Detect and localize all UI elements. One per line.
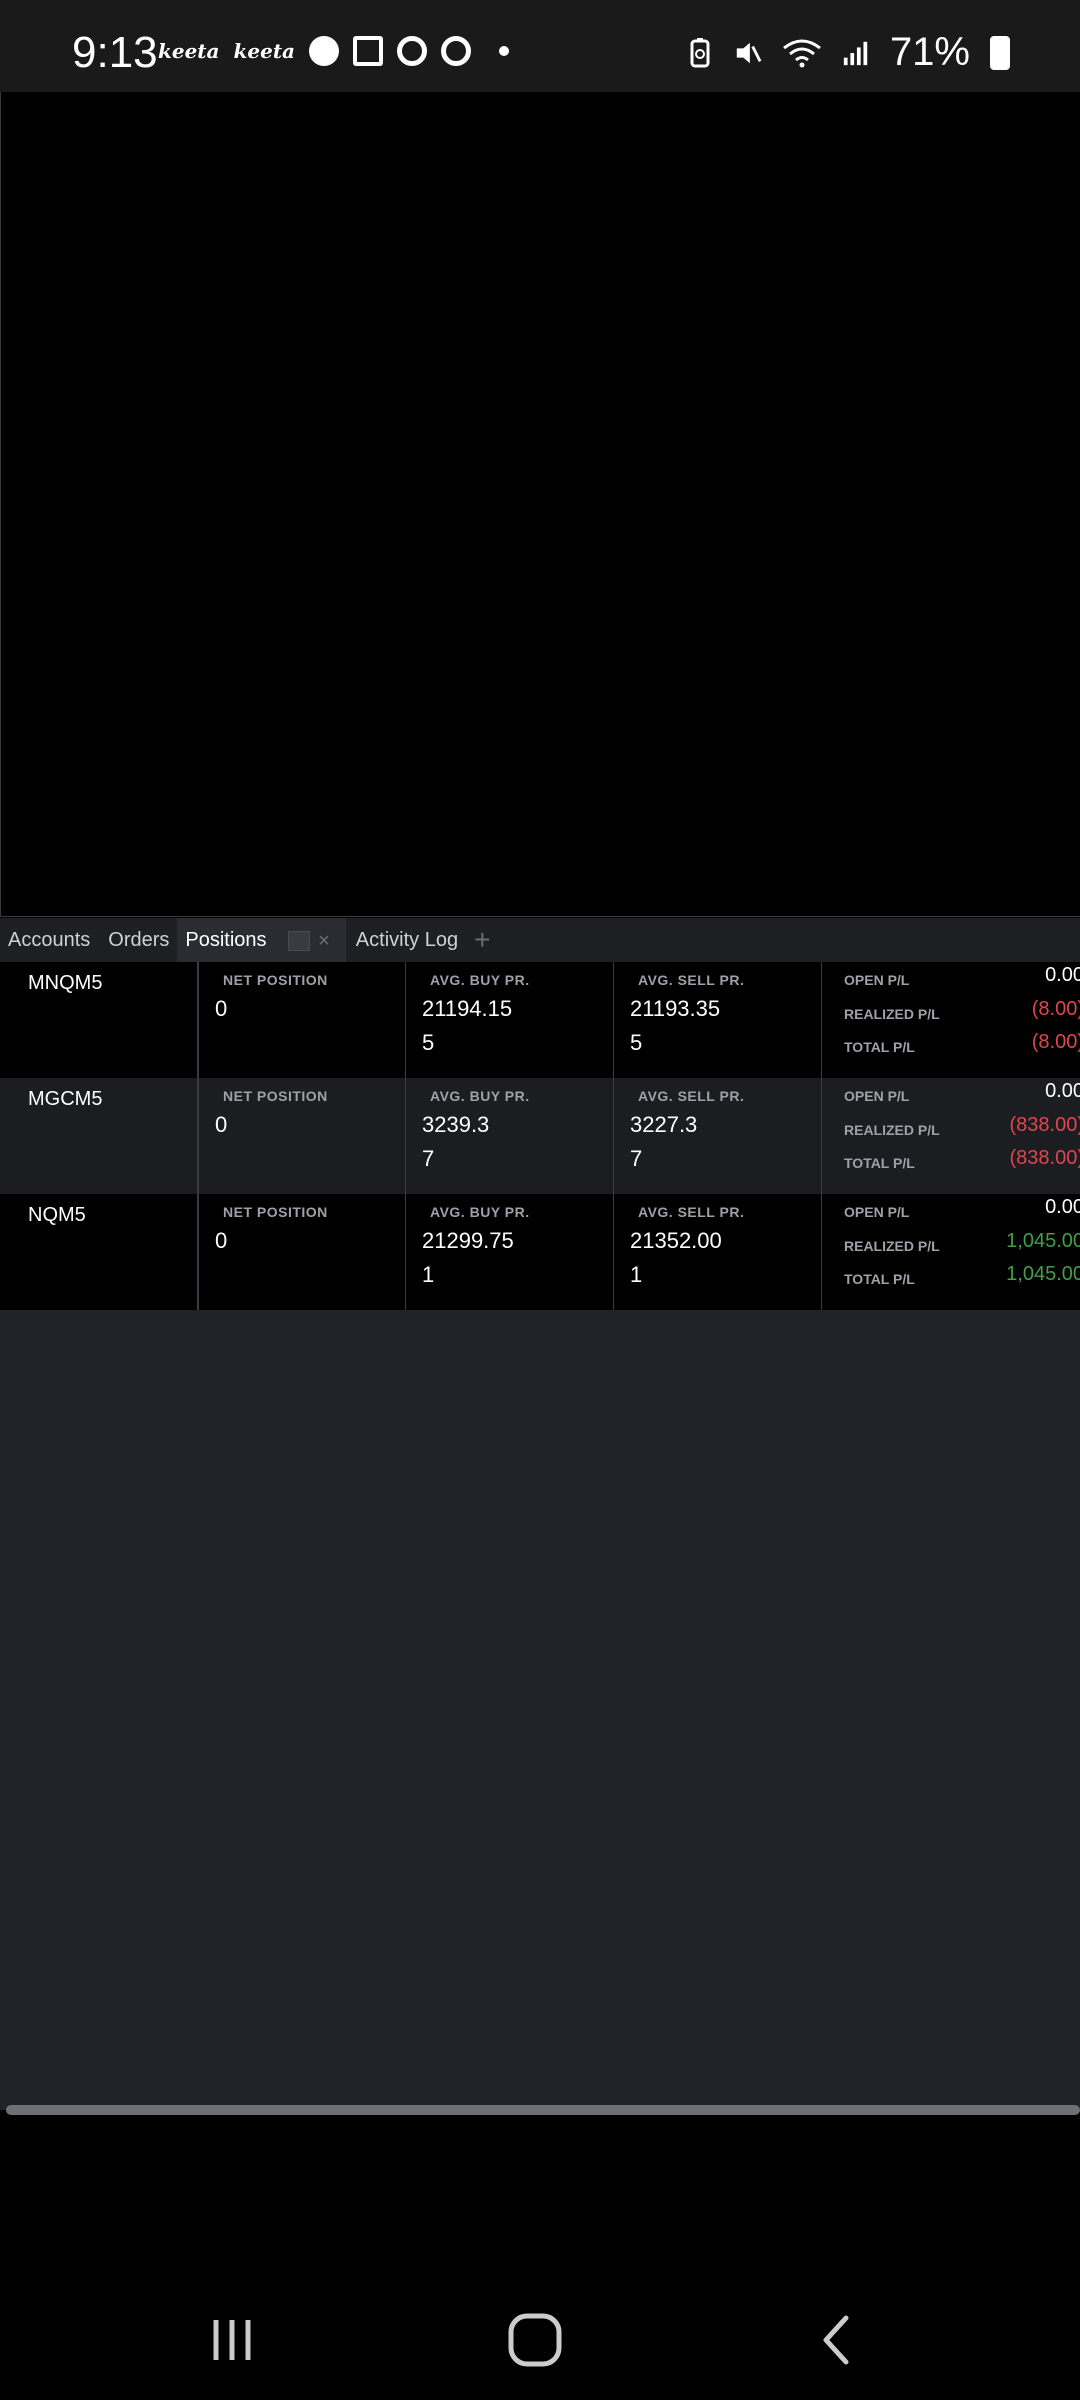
total-pl-value: (8.00) — [1031, 1031, 1080, 1053]
buy-qty: 5 — [422, 1030, 435, 1055]
total-pl-label: TOTAL P/L — [844, 1271, 915, 1287]
realized-pl-label: REALIZED P/L — [844, 1122, 940, 1138]
table-row[interactable]: MGCM5 NET POSITION 0 AVG. BUY PR. 3239.3… — [0, 1078, 1080, 1194]
sell-qty: 7 — [630, 1146, 643, 1171]
open-pl-label: OPEN P/L — [844, 972, 910, 988]
status-bar: 9:13 keeta keeta 71% — [0, 0, 1080, 92]
chrome-icon — [397, 36, 428, 66]
net-position-cell: NET POSITION 0 — [197, 1078, 405, 1194]
avg-sell-label: AVG. SELL PR. — [638, 1204, 745, 1220]
status-time: 9:13 — [72, 28, 158, 77]
avg-buy-cell: AVG. BUY PR. 21194.15 5 — [405, 962, 613, 1078]
total-pl-label: TOTAL P/L — [844, 1155, 915, 1171]
add-tab-button[interactable]: + — [466, 924, 498, 956]
position-symbol: NQM5 — [28, 1204, 86, 1226]
open-pl-label: OPEN P/L — [844, 1204, 910, 1220]
table-row[interactable]: NQM5 NET POSITION 0 AVG. BUY PR. 21299.7… — [0, 1194, 1080, 1310]
avg-buy-price: 21299.75 — [422, 1228, 514, 1253]
recent-apps-icon — [213, 2320, 251, 2360]
positions-panel-empty-area — [0, 1310, 1080, 2110]
net-position-value: 0 — [215, 996, 228, 1021]
avg-sell-label: AVG. SELL PR. — [638, 972, 745, 988]
table-row[interactable]: MNQM5 NET POSITION 0 AVG. BUY PR. 21194.… — [0, 962, 1080, 1078]
positions-table: MNQM5 NET POSITION 0 AVG. BUY PR. 21194.… — [0, 962, 1080, 1310]
mute-icon — [734, 38, 762, 68]
net-position-value: 0 — [215, 1228, 228, 1253]
keeta-app-label: keeta — [233, 39, 296, 63]
avg-sell-cell: AVG. SELL PR. 21352.00 1 — [613, 1194, 821, 1310]
tab-accounts[interactable]: Accounts — [0, 918, 98, 962]
tab-positions-label: Positions — [185, 929, 267, 951]
tab-activity-log[interactable]: Activity Log — [346, 918, 466, 962]
pl-cell: OPEN P/L 0.00 REALIZED P/L (8.00) TOTAL … — [821, 962, 1080, 1078]
signal-icon — [842, 38, 870, 68]
chrome-icon — [441, 36, 472, 66]
net-position-label: NET POSITION — [223, 1204, 328, 1220]
buy-qty: 1 — [422, 1262, 435, 1287]
battery-saver-icon — [686, 37, 714, 68]
net-position-cell: NET POSITION 0 — [197, 1194, 405, 1310]
tab-orders[interactable]: Orders — [98, 918, 177, 962]
status-left-icons: keeta keeta — [158, 36, 510, 66]
total-pl-label: TOTAL P/L — [844, 1039, 915, 1055]
close-icon[interactable]: × — [318, 919, 330, 963]
recent-apps-button[interactable] — [192, 2300, 272, 2380]
back-button[interactable] — [798, 2300, 878, 2380]
avg-buy-cell: AVG. BUY PR. 3239.3 7 — [405, 1078, 613, 1194]
battery-percent: 71% — [889, 30, 970, 74]
status-right-icons: 71% — [686, 30, 1010, 75]
net-position-label: NET POSITION — [223, 1088, 328, 1104]
keeta-app-label: keeta — [158, 39, 220, 63]
open-pl-label: OPEN P/L — [844, 1088, 910, 1104]
avg-sell-price: 21193.35 — [630, 996, 721, 1021]
avg-sell-cell: AVG. SELL PR. 21193.35 5 — [613, 962, 821, 1078]
position-symbol: MNQM5 — [28, 972, 103, 994]
back-icon — [823, 2315, 849, 2365]
avg-buy-label: AVG. BUY PR. — [430, 1088, 530, 1104]
open-pl-value: 0.00 — [1045, 1196, 1080, 1218]
realized-pl-value: (8.00) — [1031, 998, 1080, 1020]
avg-sell-cell: AVG. SELL PR. 3227.3 7 — [613, 1078, 821, 1194]
bottom-panel-tabbar: Accounts Orders Positions × Activity Log… — [0, 918, 1080, 963]
avg-sell-label: AVG. SELL PR. — [638, 1088, 745, 1104]
wifi-icon — [782, 38, 822, 68]
pl-cell: OPEN P/L 0.00 REALIZED P/L (838.00) TOTA… — [821, 1078, 1080, 1194]
home-button[interactable] — [495, 2300, 575, 2380]
avg-buy-price: 21194.15 — [422, 996, 513, 1021]
net-position-label: NET POSITION — [223, 972, 328, 988]
avg-buy-cell: AVG. BUY PR. 21299.75 1 — [405, 1194, 613, 1310]
total-pl-value: 1,045.00 — [1006, 1263, 1080, 1285]
list-view-icon[interactable] — [288, 930, 311, 951]
net-position-cell: NET POSITION 0 — [197, 962, 405, 1078]
net-position-value: 0 — [215, 1112, 228, 1137]
avg-sell-price: 3227.3 — [630, 1112, 698, 1137]
account-circle-icon — [309, 36, 340, 66]
realized-pl-label: REALIZED P/L — [844, 1238, 940, 1254]
position-symbol: MGCM5 — [28, 1088, 103, 1110]
realized-pl-label: REALIZED P/L — [844, 1006, 940, 1022]
horizontal-scrollbar[interactable] — [6, 2105, 1080, 2115]
total-pl-value: (838.00) — [1009, 1147, 1080, 1169]
battery-icon — [990, 35, 1010, 70]
tab-positions-tools: × — [288, 919, 330, 963]
home-icon — [508, 2313, 562, 2367]
pl-cell: OPEN P/L 0.00 REALIZED P/L 1,045.00 TOTA… — [821, 1194, 1080, 1310]
chart-area[interactable] — [0, 92, 1080, 917]
avg-buy-label: AVG. BUY PR. — [430, 972, 530, 988]
sell-qty: 5 — [630, 1030, 643, 1055]
realized-pl-value: 1,045.00 — [1006, 1230, 1080, 1252]
open-pl-value: 0.00 — [1045, 1080, 1080, 1102]
clipboard-icon — [353, 36, 384, 66]
avg-buy-label: AVG. BUY PR. — [430, 1204, 530, 1220]
buy-qty: 7 — [422, 1146, 435, 1171]
realized-pl-value: (838.00) — [1009, 1114, 1080, 1136]
tab-positions[interactable]: Positions × — [177, 918, 346, 963]
notification-dot-icon — [499, 46, 510, 56]
open-pl-value: 0.00 — [1045, 964, 1080, 986]
avg-sell-price: 21352.00 — [630, 1228, 722, 1253]
sell-qty: 1 — [630, 1262, 643, 1287]
system-nav-bar — [0, 2120, 1080, 2400]
avg-buy-price: 3239.3 — [422, 1112, 490, 1137]
